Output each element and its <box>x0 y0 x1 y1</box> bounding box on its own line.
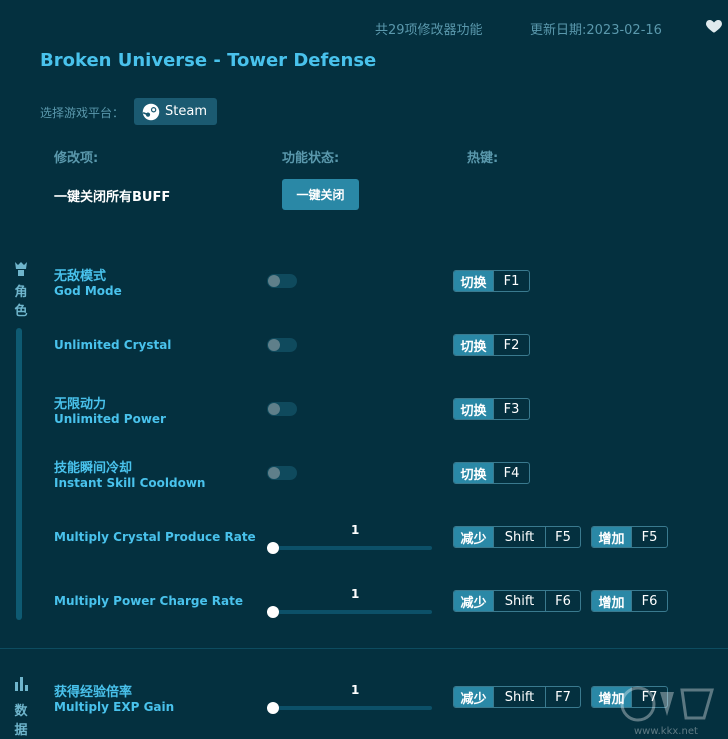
category-data[interactable]: 数 据 <box>6 676 36 739</box>
item-name-en: God Mode <box>54 284 122 298</box>
game-title: Broken Universe - Tower Defense <box>40 50 377 71</box>
item-name-cn: 获得经验倍率 <box>54 685 133 700</box>
slider-track[interactable] <box>272 610 432 614</box>
hotkey-key: F2 <box>493 335 529 355</box>
hotkey-action: 切换 <box>454 399 493 419</box>
hotkey-key: F6 <box>545 591 580 611</box>
item-name-en: Unlimited Power <box>54 412 166 426</box>
slider-track[interactable] <box>272 546 432 550</box>
hotkey-toggle-f2[interactable]: 切换 F2 <box>453 334 530 356</box>
steam-label: Steam <box>165 104 207 119</box>
watermark-text: www.kkx.net <box>634 726 698 737</box>
hotkey-modifier: Shift <box>493 527 545 547</box>
data-icon <box>15 677 28 691</box>
hotkey-action: 切换 <box>454 335 493 355</box>
slider-knob[interactable] <box>267 606 279 618</box>
category-label: 数 <box>14 704 28 719</box>
steam-icon <box>142 103 160 120</box>
hotkey-decrease-shift-f7[interactable]: 减少 Shift F7 <box>453 686 581 708</box>
slider-knob[interactable] <box>267 542 279 554</box>
hotkey-key: F1 <box>493 271 529 291</box>
feature-count: 共29项修改器功能 <box>375 23 483 38</box>
disable-all-button[interactable]: 一键关闭 <box>282 179 359 210</box>
toggle-knob <box>268 339 280 351</box>
category-scrollbar[interactable] <box>16 328 22 620</box>
character-icon <box>15 262 27 276</box>
favorite-heart-icon[interactable] <box>705 17 723 35</box>
category-label: 角 <box>14 285 28 300</box>
item-name-cn: 技能瞬间冷却 <box>54 461 133 476</box>
hotkey-action: 增加 <box>592 591 631 611</box>
category-character[interactable]: 角 色 <box>6 261 36 321</box>
section-divider <box>0 648 728 649</box>
slider-value: 1 <box>351 523 360 537</box>
item-name-en: Multiply Power Charge Rate <box>54 594 243 608</box>
category-label: 据 <box>14 723 28 738</box>
hotkey-key: F4 <box>493 463 529 483</box>
toggle-knob <box>268 275 280 287</box>
god-mode-toggle[interactable] <box>267 274 297 288</box>
hotkey-increase-f5[interactable]: 增加 F5 <box>591 526 668 548</box>
hotkey-modifier: Shift <box>493 591 545 611</box>
unlimited-power-toggle[interactable] <box>267 402 297 416</box>
update-date: 更新日期:2023-02-16 <box>530 23 662 38</box>
slider-knob[interactable] <box>267 702 279 714</box>
toggle-knob <box>268 467 280 479</box>
item-name-en: Multiply Crystal Produce Rate <box>54 530 256 544</box>
hotkey-key: F7 <box>545 687 580 707</box>
column-status: 功能状态: <box>282 151 340 166</box>
instant-skill-cooldown-toggle[interactable] <box>267 466 297 480</box>
hotkey-decrease-shift-f5[interactable]: 减少 Shift F5 <box>453 526 581 548</box>
toggle-knob <box>268 403 280 415</box>
category-label: 色 <box>14 304 28 319</box>
hotkey-action: 切换 <box>454 271 493 291</box>
disable-all-label: 一键关闭所有BUFF <box>54 190 171 205</box>
hotkey-toggle-f4[interactable]: 切换 F4 <box>453 462 530 484</box>
hotkey-key: F6 <box>631 591 667 611</box>
item-name-en: Instant Skill Cooldown <box>54 476 206 490</box>
steam-platform-button[interactable]: Steam <box>134 98 217 125</box>
hotkey-increase-f6[interactable]: 增加 F6 <box>591 590 668 612</box>
slider-track[interactable] <box>272 706 432 710</box>
watermark-logo: www.kkx.net <box>620 686 714 737</box>
slider-value: 1 <box>351 683 360 697</box>
hotkey-action: 减少 <box>454 687 493 707</box>
platform-label: 选择游戏平台： <box>40 106 125 120</box>
hotkey-toggle-f1[interactable]: 切换 F1 <box>453 270 530 292</box>
hotkey-action: 减少 <box>454 591 493 611</box>
hotkey-modifier: Shift <box>493 687 545 707</box>
hotkey-key: F5 <box>545 527 580 547</box>
hotkey-key: F3 <box>493 399 529 419</box>
item-name-en: Multiply EXP Gain <box>54 700 175 714</box>
hotkey-action: 切换 <box>454 463 493 483</box>
hotkey-key: F5 <box>631 527 667 547</box>
item-name-cn: 无限动力 <box>54 397 107 412</box>
column-item: 修改项: <box>54 151 99 166</box>
item-name-cn: 无敌模式 <box>54 269 107 284</box>
hotkey-toggle-f3[interactable]: 切换 F3 <box>453 398 530 420</box>
column-hotkey: 热键: <box>467 151 499 166</box>
item-name-en: Unlimited Crystal <box>54 338 172 352</box>
hotkey-action: 增加 <box>592 527 631 547</box>
hotkey-action: 减少 <box>454 527 493 547</box>
unlimited-crystal-toggle[interactable] <box>267 338 297 352</box>
slider-value: 1 <box>351 587 360 601</box>
hotkey-decrease-shift-f6[interactable]: 减少 Shift F6 <box>453 590 581 612</box>
